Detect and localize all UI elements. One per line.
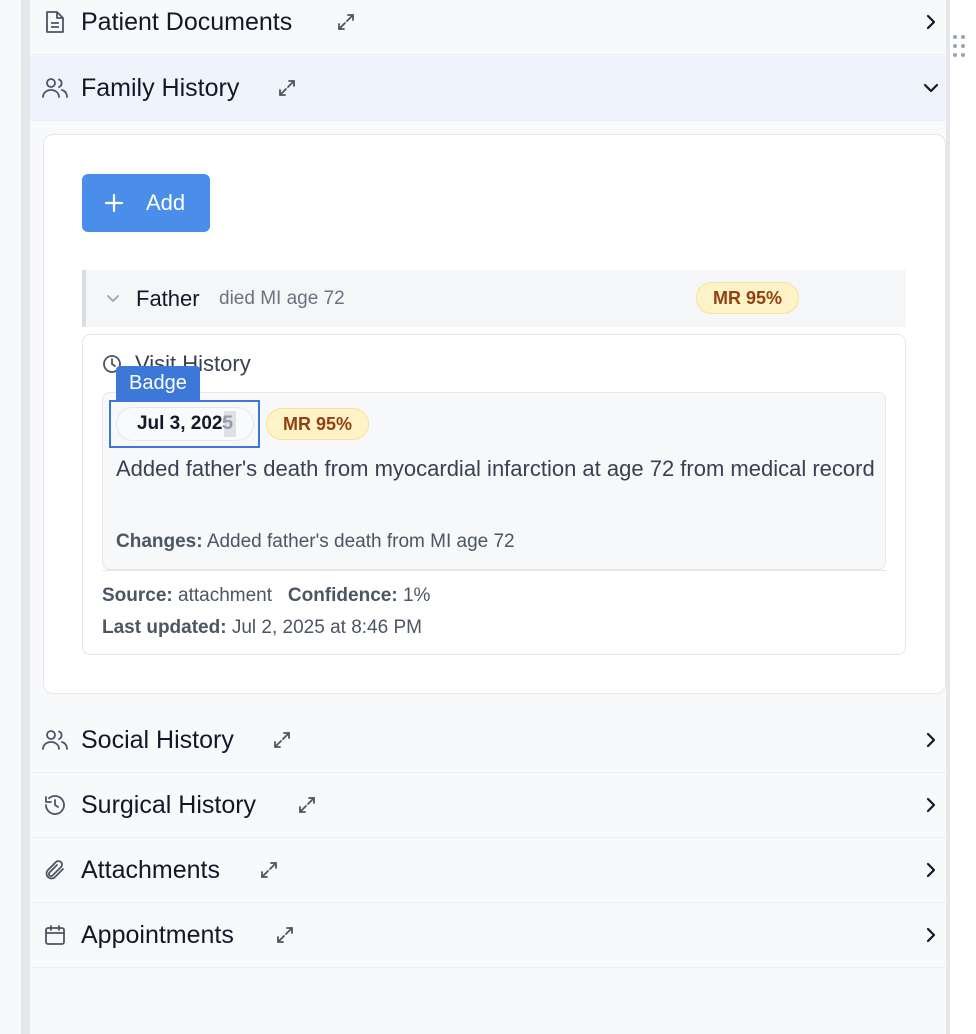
chevron-right-icon[interactable] — [920, 11, 942, 33]
member-relation: Father — [136, 286, 200, 311]
last-updated-label: Last updated: — [102, 617, 227, 638]
left-divider — [21, 0, 30, 1034]
section-appointments[interactable]: Appointments — [30, 903, 946, 968]
section-title: Family History — [81, 73, 240, 102]
users-icon — [42, 75, 68, 101]
paperclip-icon — [42, 857, 68, 883]
section-family-history[interactable]: Family History — [30, 56, 946, 121]
section-title: Patient Documents — [81, 7, 293, 36]
section-title: Surgical History — [81, 790, 257, 819]
confidence-label: Confidence: — [287, 585, 398, 606]
section-patient-documents[interactable]: Patient Documents — [30, 0, 946, 55]
expand-icon[interactable] — [274, 924, 296, 946]
expand-icon[interactable] — [296, 794, 318, 816]
last-updated-value: Jul 2, 2025 at 8:46 PM — [231, 617, 422, 638]
expand-icon[interactable] — [271, 729, 293, 751]
source-label: Source: — [102, 585, 173, 606]
visit-history-card: Visit History Jul 3, 2025 MR 95% Added f… — [82, 334, 906, 655]
confidence-badge: MR 95% — [266, 408, 370, 440]
plus-icon — [104, 193, 124, 213]
section-title: Attachments — [81, 855, 220, 884]
selection-label: Badge — [116, 366, 200, 400]
chevron-down-icon[interactable] — [104, 289, 122, 307]
document-icon — [42, 9, 68, 35]
chevron-right-icon[interactable] — [920, 924, 942, 946]
source-line: Source: attachment Confidence: 1% — [102, 585, 430, 607]
users-icon — [42, 727, 68, 753]
last-updated-line: Last updated: Jul 2, 2025 at 8:46 PM — [102, 617, 422, 639]
expand-icon[interactable] — [335, 11, 357, 33]
drag-handle-icon[interactable] — [953, 35, 965, 59]
changes-value: Added father's death from MI age 72 — [206, 531, 515, 552]
selection-outline — [109, 400, 260, 448]
source-value: attachment — [178, 585, 273, 606]
confidence-badge: MR 95% — [696, 282, 800, 314]
expand-icon[interactable] — [258, 859, 280, 881]
calendar-icon — [42, 922, 68, 948]
entry-description: Added father's death from myocardial inf… — [116, 456, 875, 481]
member-description: died MI age 72 — [219, 288, 345, 309]
chevron-right-icon[interactable] — [920, 859, 942, 881]
patient-sections-panel: Patient Documents Family History Add Fat… — [30, 0, 946, 1034]
chevron-right-icon[interactable] — [920, 794, 942, 816]
chevron-down-icon[interactable] — [920, 77, 942, 99]
family-member-row[interactable]: Father died MI age 72 MR 95% — [82, 270, 906, 327]
add-button-label: Add — [146, 190, 186, 215]
expand-icon[interactable] — [276, 77, 298, 99]
right-rail — [946, 0, 976, 1034]
changes-label: Changes: — [116, 531, 203, 552]
section-attachments[interactable]: Attachments — [30, 838, 946, 903]
divider — [102, 570, 886, 571]
right-divider — [946, 0, 950, 1034]
chevron-right-icon[interactable] — [920, 729, 942, 751]
section-title: Social History — [81, 725, 234, 754]
confidence-value: 1% — [402, 585, 431, 606]
section-social-history[interactable]: Social History — [30, 708, 946, 773]
section-surgical-history[interactable]: Surgical History — [30, 773, 946, 838]
history-icon — [42, 792, 68, 818]
section-title: Appointments — [81, 920, 234, 949]
entry-changes: Changes: Added father's death from MI ag… — [116, 531, 515, 553]
add-button[interactable]: Add — [82, 174, 210, 232]
